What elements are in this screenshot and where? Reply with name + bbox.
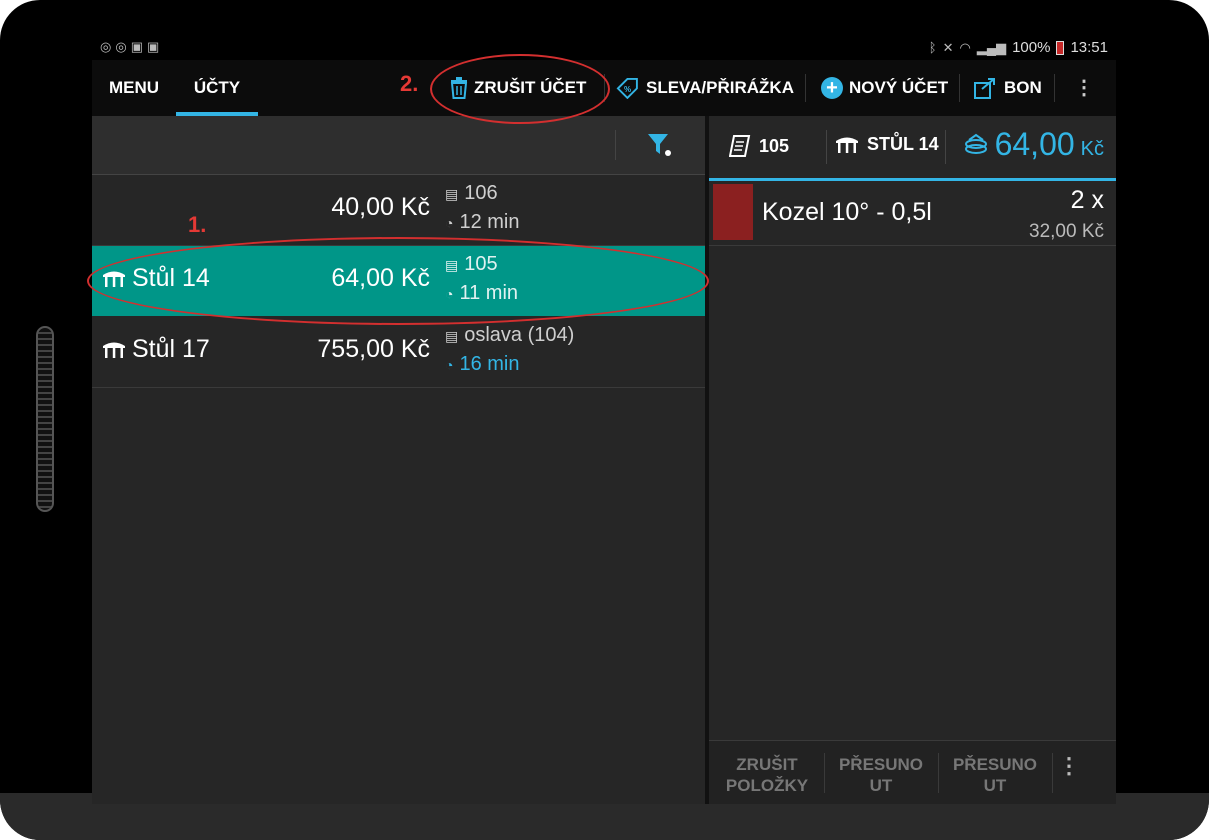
move-label: UT	[869, 776, 893, 795]
overflow-menu-button[interactable]: ⋮	[1069, 60, 1099, 116]
account-time: ◔ 16 min	[445, 353, 520, 376]
battery-percent: 100%	[1012, 39, 1051, 56]
separator	[959, 74, 960, 102]
table-icon	[103, 342, 125, 358]
annotation-step1-label: 1.	[188, 212, 207, 237]
receipt-icon: ▤	[445, 328, 459, 344]
detail-overflow-button[interactable]: ⋮	[1039, 755, 1099, 777]
cancel-items-button[interactable]: ZRUŠIT POLOŽKY	[712, 754, 822, 796]
notification-icons: ◎◎▣▣	[100, 39, 163, 55]
annotation-step2-label: 2.	[400, 71, 419, 96]
status-bar: ◎◎▣▣ ᛒ ✕ ◠ ▂▄▆ 100% 13:51	[92, 36, 1116, 60]
account-receipt-label: 106	[464, 182, 498, 204]
move-label: UT	[983, 776, 1007, 795]
clock-icon: ◔	[445, 357, 454, 373]
table-name: STŮL 14	[867, 134, 939, 154]
tab-accounts[interactable]: ÚČTY	[176, 60, 258, 116]
account-row[interactable]: 40,00 Kč ▤ 106 ◔ 12 min	[92, 175, 705, 246]
discount-button[interactable]: % SLEVA/PŘIRÁŽKA	[616, 60, 794, 116]
account-total-value: 64,00	[994, 126, 1075, 162]
order-item-quantity: 2 x	[1070, 186, 1104, 214]
table-label: STŮL 14	[835, 134, 939, 155]
bon-button[interactable]: BON	[974, 60, 1042, 116]
account-receipt-label: oslava (104)	[464, 324, 575, 346]
bon-label: BON	[1004, 78, 1042, 97]
receipt-number-label: 105	[759, 135, 790, 156]
separator	[615, 130, 616, 160]
wifi-icon: ◠	[959, 39, 971, 55]
bluetooth-icon: ᛒ	[928, 40, 937, 55]
new-account-button[interactable]: + NOVÝ ÚČET	[821, 60, 948, 116]
price-tag-icon: %	[616, 77, 638, 99]
signal-icon: ▂▄▆	[976, 39, 1007, 55]
order-item-row[interactable]: Kozel 10° - 0,5l 2 x 32,00 Kč	[709, 181, 1116, 246]
speaker-grille	[36, 326, 54, 512]
filter-icon[interactable]	[647, 132, 673, 158]
item-color-swatch	[713, 184, 753, 240]
annotation-oval-step2	[430, 54, 610, 124]
clock: 13:51	[1070, 39, 1108, 56]
share-icon	[974, 78, 995, 99]
notification-icon: ◎	[115, 39, 131, 54]
mute-icon: ✕	[942, 39, 954, 55]
order-item-name: Kozel 10° - 0,5l	[762, 198, 932, 226]
new-account-label: NOVÝ ÚČET	[849, 78, 949, 97]
separator	[945, 130, 946, 164]
separator	[805, 74, 806, 102]
account-time-label: 16 min	[459, 353, 520, 375]
receipt-number: 105	[729, 134, 789, 158]
clock-icon: ◔	[445, 215, 454, 231]
account-total: 64,00 Kč	[963, 126, 1104, 163]
account-detail-header: 105 STŮL 14 64,00 Kč	[709, 116, 1116, 181]
table-icon	[836, 137, 858, 153]
receipt-icon	[729, 135, 751, 157]
account-detail-pane: 105 STŮL 14 64,00 Kč Kozel 10° - 0,5l 2 …	[709, 116, 1116, 804]
notification-icon: ◎	[100, 39, 116, 54]
separator	[826, 130, 827, 164]
accounts-pane: 40,00 Kč ▤ 106 ◔ 12 min Stůl 14 64,00 Kč ▤…	[92, 116, 705, 804]
separator	[1054, 74, 1055, 102]
battery-icon	[1056, 40, 1065, 55]
account-receipt: ▤ oslava (104)	[445, 324, 574, 347]
coins-icon	[964, 133, 987, 154]
app-screen: ◎◎▣▣ ᛒ ✕ ◠ ▂▄▆ 100% 13:51 MENU ÚČTY ZRUŠ…	[92, 36, 1116, 804]
account-total-currency: Kč	[1080, 138, 1104, 160]
detail-bottom-bar: ZRUŠIT POLOŽKY PŘESUNO UT PŘESUNO UT ⋮	[709, 740, 1116, 804]
annotation-oval-step1	[87, 237, 709, 325]
move-button[interactable]: PŘESUNO UT	[826, 754, 936, 796]
account-name-label: Stůl 17	[132, 335, 210, 363]
plus-circle-icon: +	[821, 77, 843, 99]
separator	[938, 753, 939, 793]
account-row[interactable]: Stůl 17 755,00 Kč ▤ oslava (104) ◔ 16 min	[92, 317, 705, 388]
account-amount: 755,00 Kč	[317, 335, 430, 363]
receipt-icon: ▤	[445, 186, 459, 202]
account-receipt: ▤ 106	[445, 182, 498, 205]
tab-menu[interactable]: MENU	[92, 60, 176, 116]
separator	[824, 753, 825, 793]
accounts-header	[92, 116, 705, 175]
order-item-price: 32,00 Kč	[1029, 221, 1104, 242]
account-name: Stůl 17	[102, 335, 210, 364]
account-time-label: 12 min	[459, 211, 520, 233]
account-time: ◔ 12 min	[445, 211, 520, 234]
tablet-bezel: ◎◎▣▣ ᛒ ✕ ◠ ▂▄▆ 100% 13:51 MENU ÚČTY ZRUŠ…	[0, 0, 1209, 840]
account-amount: 40,00 Kč	[331, 193, 430, 221]
move-button[interactable]: PŘESUNO UT	[940, 754, 1050, 796]
svg-text:%: %	[624, 85, 631, 94]
move-label: PŘESUNO	[952, 755, 1038, 774]
move-label: PŘESUNO	[838, 755, 924, 774]
briefcase-icon: ▣	[146, 39, 164, 54]
discount-label: SLEVA/PŘIRÁŽKA	[646, 78, 794, 97]
cancel-items-label: POLOŽKY	[725, 776, 809, 795]
briefcase-icon: ▣	[130, 39, 147, 54]
cancel-items-label: ZRUŠIT	[736, 755, 798, 774]
